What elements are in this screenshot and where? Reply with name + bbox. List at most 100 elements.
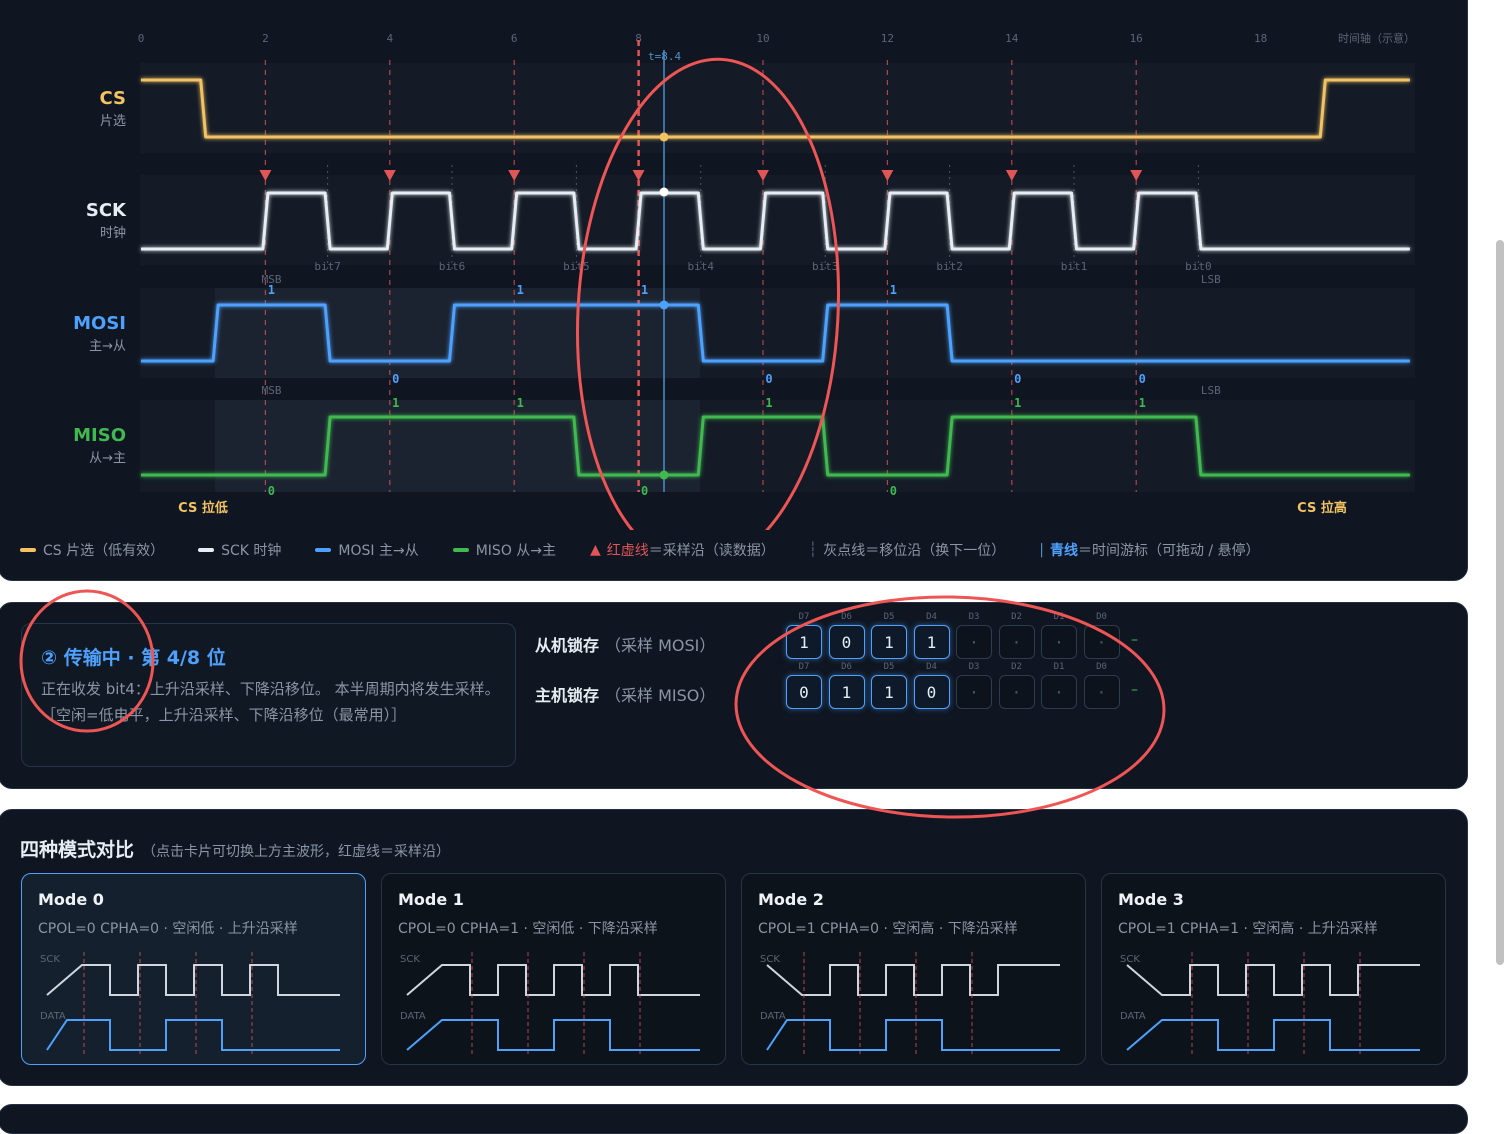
slave-latch-tail: – xyxy=(1131,632,1138,648)
cs-high-label: CS 拉高 xyxy=(1297,500,1347,516)
mode-card-2[interactable]: Mode 2 CPOL=1 CPHA=0 · 空闲高 · 下降沿采样 SCK DATA xyxy=(741,873,1086,1065)
sck-bit-label: bit4 xyxy=(688,260,715,273)
register-bit-cell: D7 0 xyxy=(786,662,822,709)
triangle-icon: ▲ xyxy=(590,542,601,558)
cs-low-label: CS 拉低 xyxy=(178,500,228,516)
mode-name: Mode 1 xyxy=(398,890,464,909)
mode-sck-line xyxy=(406,964,700,996)
register-bit-cell: D4 0 xyxy=(913,662,950,709)
miso-sample-value: 1 xyxy=(392,396,399,410)
register-bit-value: · xyxy=(1096,682,1107,702)
register-bit-value: 1 xyxy=(884,632,894,652)
register-bit-name: D6 xyxy=(841,662,852,672)
sck-label: SCK xyxy=(86,200,127,221)
register-bit-cell: D2 · xyxy=(998,662,1035,709)
mode-data-label: DATA xyxy=(760,1011,786,1022)
time-tick-label: 4 xyxy=(386,32,393,45)
master-latch-register: D7 0 D6 1 D5 1 D4 0 D3 · D2 · D1 · D0 · xyxy=(786,662,1126,709)
miso-lsb-label: LSB xyxy=(1201,384,1221,397)
register-bit-name: D6 xyxy=(841,612,852,622)
mode-data-line xyxy=(1126,1019,1420,1051)
register-bit-name: D1 xyxy=(1053,612,1065,622)
miso-sample-value: 0 xyxy=(641,484,648,498)
mosi-sample-value: 0 xyxy=(392,372,399,386)
mosi-sample-value: 1 xyxy=(517,283,524,297)
page-scrollbar[interactable] xyxy=(1496,240,1504,965)
register-bit-cell: D1 · xyxy=(1041,662,1077,709)
register-bit-name: D2 xyxy=(1011,662,1022,672)
sck-bit-label: bit3 xyxy=(812,260,839,273)
register-bit-name: D3 xyxy=(968,612,980,622)
register-bit-name: D4 xyxy=(926,662,937,672)
timing-diagram[interactable]: 0 2 4 6 8 10 12 14 16 18 bit7 bit6 bit5 bit4 bit3 bit2… xyxy=(0,0,1470,530)
time-axis-label: 时间轴（示意） xyxy=(1338,31,1415,45)
mode-sck-line xyxy=(1126,964,1420,996)
legend-shift-edge: ┆ 灰点线＝移位沿（换下一位） xyxy=(808,542,1006,559)
slave-latch-label: 从机锁存 （采样 MOSI） xyxy=(535,636,716,655)
register-bit-cell: D1 · xyxy=(1041,612,1077,659)
mode-data-label: DATA xyxy=(40,1011,66,1022)
register-bit-cell: D6 0 xyxy=(828,612,865,659)
mosi-label: MOSI xyxy=(73,313,126,334)
modes-title: 四种模式对比 （点击卡片可切换上方主波形，红虚线＝采样沿） xyxy=(20,839,451,861)
sck-bit-label: bit1 xyxy=(1061,260,1088,273)
mosi-sublabel: 主→从 xyxy=(89,339,126,354)
miso-sample-value: 1 xyxy=(1139,396,1146,410)
mosi-sample-value: 0 xyxy=(765,372,772,386)
miso-sublabel: 从→主 xyxy=(89,451,126,466)
sck-bit-label: bit5 xyxy=(563,260,590,273)
cs-lane xyxy=(140,63,1415,153)
mode-description: CPOL=1 CPHA=1 · 空闲高 · 上升沿采样 xyxy=(1118,921,1378,937)
miso-msb-label: MSB xyxy=(262,384,282,397)
cursor-dot-sck xyxy=(659,187,669,197)
mode-card-1[interactable]: Mode 1 CPOL=0 CPHA=1 · 空闲低 · 下降沿采样 SCK DATA xyxy=(381,873,726,1065)
register-bit-name: D0 xyxy=(1096,612,1107,622)
mode-waveform: SCK DATA xyxy=(40,952,340,1056)
mode-data-line xyxy=(406,1019,700,1051)
register-bit-name: D2 xyxy=(1011,612,1022,622)
sck-bit-label: bit6 xyxy=(439,260,466,273)
mosi-progress-highlight xyxy=(215,288,700,378)
cursor-dot-cs xyxy=(659,132,669,142)
register-bit-cell: D5 1 xyxy=(871,612,907,659)
mode-card-0[interactable]: Mode 0 CPOL=0 CPHA=0 · 空闲低 · 上升沿采样 SCK DATA xyxy=(21,873,366,1065)
sck-sublabel: 时钟 xyxy=(100,225,126,241)
register-bit-name: D1 xyxy=(1053,662,1065,672)
register-bit-cell: D6 1 xyxy=(828,662,865,709)
register-bit-value: · xyxy=(1054,632,1064,652)
legend-cs: CS 片选（低有效） xyxy=(20,540,164,560)
register-bit-value: · xyxy=(1054,682,1064,702)
legend-cursor: | 青线 ＝时间游标（可拖动 / 悬停） xyxy=(1039,542,1260,559)
register-bit-name: D7 xyxy=(798,612,810,622)
register-bit-cell: D4 1 xyxy=(913,612,950,659)
mode-data-line xyxy=(46,1019,340,1051)
mosi-sample-value: 0 xyxy=(1139,372,1146,386)
mode-card-3[interactable]: Mode 3 CPOL=1 CPHA=1 · 空闲高 · 上升沿采样 SCK DATA xyxy=(1101,873,1446,1065)
register-bit-value: 0 xyxy=(841,632,852,652)
time-tick-label: 12 xyxy=(881,32,894,45)
register-bit-value: · xyxy=(1011,682,1022,702)
register-bit-name: D3 xyxy=(968,662,980,672)
mosi-sample-value: 0 xyxy=(1014,372,1021,386)
legend: CS 片选（低有效） SCK 时钟 MOSI 主→从 MISO 从→主 ▲ 红虚线… xyxy=(20,539,1294,561)
next-section-panel xyxy=(0,1104,1468,1134)
register-bit-value: 1 xyxy=(841,682,852,702)
status-description: 正在收发 bit4：上升沿采样、下降沿移位。 本半周期内将发生采样。 ［空闲=低… xyxy=(41,680,508,724)
legend-sample-edge: ▲ 红虚线 ＝采样沿（读数据） xyxy=(590,542,775,559)
register-bit-value: · xyxy=(969,682,979,702)
mode-sck-label: SCK xyxy=(40,954,60,965)
time-tick-label: 14 xyxy=(1005,32,1019,45)
status-card: ② 传输中 · 第 4/8 位 正在收发 bit4：上升沿采样、下降沿移位。 本… xyxy=(21,623,516,767)
mode-description: CPOL=1 CPHA=0 · 空闲高 · 下降沿采样 xyxy=(758,921,1018,937)
register-bit-value: 1 xyxy=(799,632,809,652)
register-bit-cell: D7 1 xyxy=(786,612,822,659)
register-bit-value: 0 xyxy=(799,682,809,702)
time-tick-label: 2 xyxy=(262,32,269,45)
miso-sample-value: 1 xyxy=(765,396,772,410)
mode-description: CPOL=0 CPHA=0 · 空闲低 · 上升沿采样 xyxy=(38,921,298,937)
legend-miso: MISO 从→主 xyxy=(452,540,556,560)
register-bit-name: D7 xyxy=(798,662,810,672)
cursor-dot-mosi xyxy=(659,300,669,310)
sck-bit-label: bit2 xyxy=(936,260,963,273)
miso-sample-value: 1 xyxy=(1014,396,1021,410)
